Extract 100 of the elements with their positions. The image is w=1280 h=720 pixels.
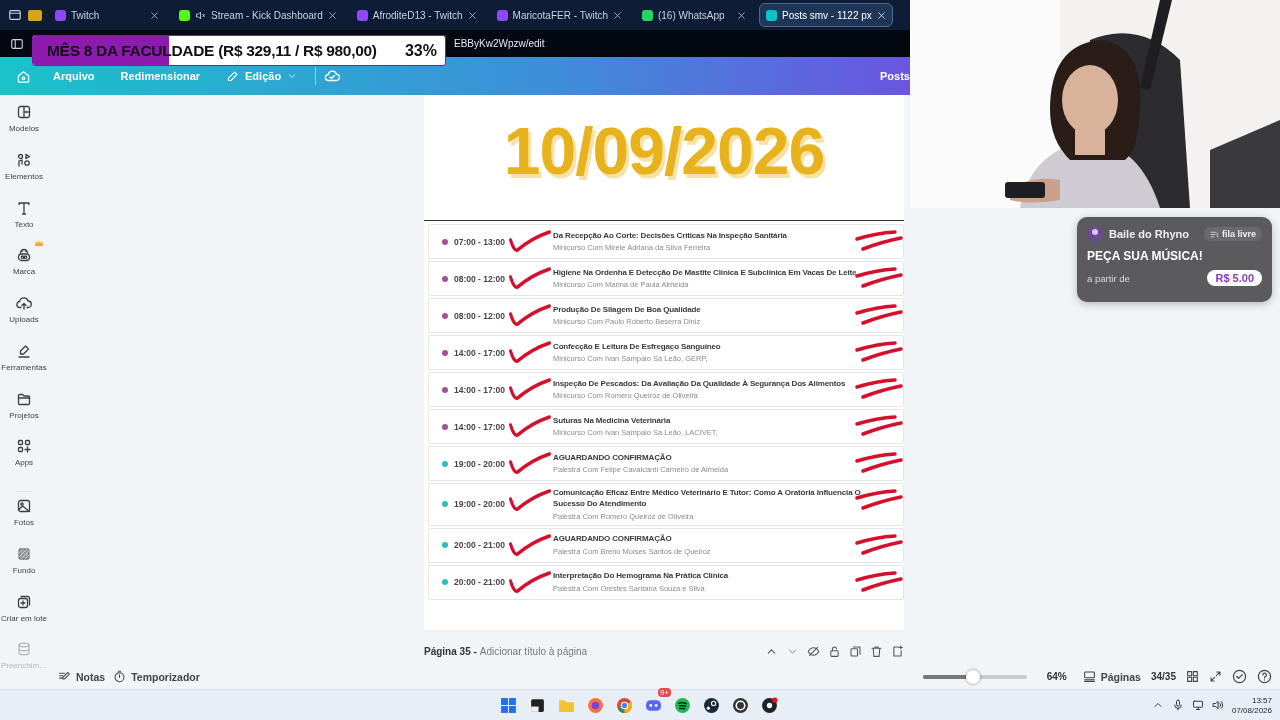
pages-icon [1082,670,1096,683]
session-title: Inspeção De Pescados: Da Avaliação Da Qualidade À Segurança Dos Alimentos [553,378,846,390]
clock-time[interactable]: 13:57 [1251,695,1272,705]
session-title: Interpretação Do Hemograma Na Prática Clínica [553,571,729,582]
image-icon [16,498,32,514]
session-title: Higiene Na Ordenha E Detecção De Mastite Clínica E Subclínica Em Vacas De Leite [553,267,857,279]
close-icon[interactable] [876,10,886,20]
sidebar-item[interactable]: Apps [0,438,48,486]
address-field[interactable]: EBByKw2Wpzw/edit [454,38,545,49]
time-range: 20:00 - 21:00 [454,540,507,551]
database-icon [16,641,32,658]
text-icon [16,199,32,216]
crown-icon [35,240,43,248]
lock-icon[interactable] [828,645,841,658]
chevron-down-icon [287,71,298,81]
add-copy-icon [16,593,32,610]
session-title: Produção De Silagem De Boa Qualidade [553,304,701,316]
time-range: 19:00 - 20:00 [454,458,507,469]
notes-icon [58,670,71,683]
browser-tab[interactable]: Posts smv - 1122 px [758,3,893,27]
sidebar-item[interactable]: Ferramentas [0,342,48,391]
sidebar-item[interactable]: Elementos [0,151,48,200]
time-range: 14:00 - 17:00 [454,347,507,358]
browser-tab[interactable]: AfroditeD13 - Twitch [349,3,484,27]
monitor-icon[interactable] [1191,699,1204,711]
duplicate-icon[interactable] [849,645,862,658]
sidebar-item[interactable]: Modelos [0,104,48,152]
session-title: Comunicação Eficaz Entre Médico Veterinário E Tutor: Como A Oratória Influencia O Sucesso Do Atendimento [553,488,862,510]
pinned-tab-icon[interactable] [28,9,42,21]
trash-icon[interactable] [870,645,883,658]
sidebar-item[interactable]: Marca [0,247,48,295]
cloud-check-icon[interactable] [324,68,341,84]
close-icon[interactable] [467,10,477,20]
shapes-icon [16,151,32,168]
close-icon[interactable] [736,10,746,20]
time-range: 07:00 - 13:00 [454,236,507,247]
session-title: AGUARDANDO CONFIRMAÇÃO [553,452,673,464]
app-icon[interactable] [760,696,778,714]
favicon-icon [496,9,508,21]
avatar-icon [1087,226,1103,242]
cloud-upload-icon [16,295,32,311]
eye-off-icon[interactable] [807,645,820,658]
sidebar-item[interactable]: Texto [0,199,48,248]
timer-button[interactable]: Temporizador [113,670,200,683]
stopwatch-icon [113,670,127,683]
price-tag: R$ 5.00 [1207,270,1262,286]
close-icon[interactable] [327,10,337,20]
goal-percent: 33% [404,41,437,60]
slider-thumb[interactable] [965,669,980,684]
speaker-icon[interactable] [1211,699,1224,711]
browser-tab[interactable]: (16) WhatsApp [634,3,753,27]
favicon-icon [55,9,66,21]
page-title-field[interactable]: Adicionar título à página [479,646,588,657]
globe-icon[interactable] [586,696,604,714]
pen-icon [16,342,32,359]
queue-status: fila livre [1203,227,1262,241]
tab-list-icon[interactable] [8,8,22,22]
ring-icon[interactable] [731,696,749,714]
browser-tab[interactable]: MaricotaFER - Twitch [489,3,629,27]
close-icon[interactable] [150,10,159,20]
four-squares-icon[interactable] [499,696,517,714]
time-range: 14:00 - 17:00 [454,384,507,395]
pencil-icon [226,69,240,83]
check-circle-icon[interactable] [1232,669,1247,684]
sidebar-item[interactable]: Criar em lote [0,593,48,642]
time-range: 19:00 - 20:00 [454,499,507,510]
help-icon[interactable] [1257,669,1272,684]
clock-date[interactable]: 07/08/2026 [1231,705,1272,715]
date-heading: 10/09/2026 [503,112,825,189]
music-icon[interactable] [673,696,691,714]
close-icon[interactable] [612,10,622,20]
browser-tab[interactable]: Stream - Kick Dashboard [172,3,344,27]
grid-view-icon[interactable] [1186,670,1199,683]
favicon-icon [356,9,368,21]
posts-button[interactable]: Posts [880,70,910,82]
session-title: Confecção E Leitura De Esfregaço Sanguíneo [553,341,721,353]
playlist-icon [1209,229,1219,239]
zoom-reading: 64% [1046,671,1067,682]
disc-icon[interactable] [702,696,720,714]
sidebar-toggle-icon[interactable] [10,36,24,51]
add-page-icon[interactable] [891,645,904,658]
time-range: 14:00 - 17:00 [454,421,507,432]
microphone-icon[interactable] [1171,699,1184,711]
sidebar-item[interactable]: Fotos [0,498,48,546]
favicon-icon [179,9,190,21]
window-icon[interactable] [528,696,546,714]
channel-name: Baile do Rhyno [1109,228,1190,240]
sidebar-item[interactable]: Fundo [0,545,48,594]
price-label: a partir de [1087,272,1130,284]
sidebar-item[interactable]: Projetos [0,390,48,439]
pages-button[interactable]: Páginas [1082,670,1141,683]
speaker-muted-icon[interactable] [195,9,206,21]
hatched-square-icon [16,545,32,562]
session-title: Suturas Na Medicina Veterinária [553,415,672,427]
globe-icon[interactable] [615,696,633,714]
browser-tab[interactable]: Twitch [48,3,166,27]
sidebar-item[interactable]: Uploads [0,295,48,343]
notes-button[interactable]: Notas [58,670,106,683]
expand-icon[interactable] [1209,670,1222,683]
brand-icon [16,247,32,264]
